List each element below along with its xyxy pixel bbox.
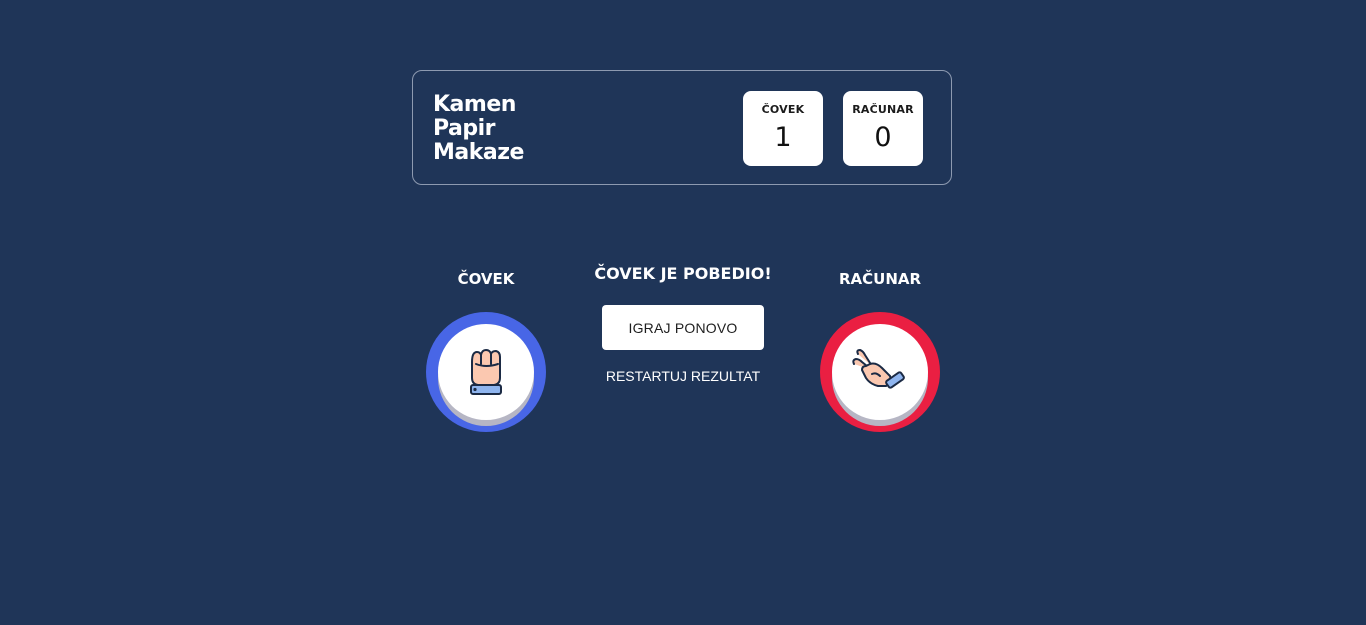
title-line-makaze: Makaze [433,140,524,165]
title-line-kamen: Kamen [433,92,516,117]
scissors-hand-icon [852,349,905,389]
human-score-card: ČOVEK 1 [743,91,823,166]
game-page: Kamen Papir Makaze ČOVEK 1 RAČUNAR 0 ČOV… [0,0,1366,625]
human-score-value: 1 [774,122,792,153]
computer-choice [820,312,940,432]
human-player-label: ČOVEK [457,270,515,288]
human-choice [426,312,546,432]
reset-score-link[interactable]: RESTARTUJ REZULTAT [583,368,783,384]
rock-fist-icon [470,349,502,395]
computer-score-label: RAČUNAR [852,103,914,116]
human-score-label: ČOVEK [761,103,805,116]
scoreboard: Kamen Papir Makaze ČOVEK 1 RAČUNAR 0 [412,70,952,185]
human-choice-inner [438,324,534,420]
computer-player-label: RAČUNAR [838,270,922,288]
computer-choice-inner [832,324,928,420]
result-message: ČOVEK JE POBEDIO! [594,264,772,283]
game-title: Kamen Papir Makaze [433,93,524,165]
computer-score-card: RAČUNAR 0 [843,91,923,166]
computer-score-value: 0 [874,122,892,153]
title-line-papir: Papir [433,116,496,141]
play-again-button[interactable]: IGRAJ PONOVO [602,305,764,350]
